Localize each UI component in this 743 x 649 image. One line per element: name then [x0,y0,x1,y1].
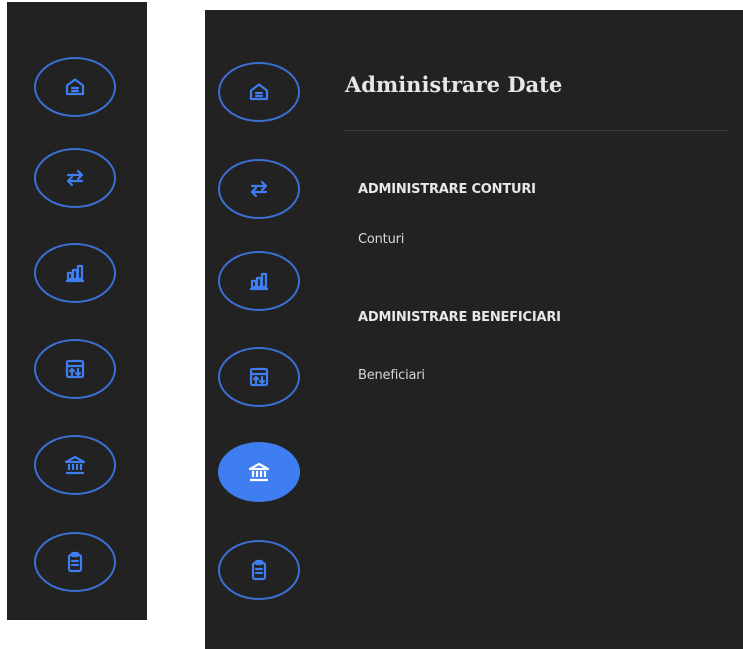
bank-icon [64,455,86,475]
nav-clipboard-button[interactable] [34,532,116,592]
clipboard-icon [251,559,267,581]
bank-icon [248,462,270,482]
menu-divider [343,130,729,131]
nav-home-button[interactable] [34,57,116,117]
transfer-icon [250,180,268,198]
menu-item-beneficiari[interactable]: Beneficiari [358,368,425,383]
nav-transfer-button[interactable] [218,159,300,219]
nav-chart-button[interactable] [34,243,116,303]
chart-icon [250,272,268,291]
home-icon [65,78,85,96]
chart-icon [66,264,84,283]
nav-bank-button[interactable] [34,435,116,495]
nav-home-button[interactable] [218,62,300,122]
menu-item-conturi[interactable]: Conturi [358,232,404,247]
section-heading-accounts: ADMINISTRARE CONTURI [358,182,536,197]
nav-exchange-rate-button[interactable] [218,347,300,407]
expanded-sidebar: Administrare Date ADMINISTRARE CONTURI C… [205,10,743,649]
exchange-rate-icon [249,367,269,387]
menu-title: Administrare Date [345,72,563,97]
exchange-rate-icon [65,359,85,379]
clipboard-icon [67,551,83,573]
nav-exchange-rate-button[interactable] [34,339,116,399]
nav-chart-button[interactable] [218,251,300,311]
nav-bank-button-active[interactable] [218,442,300,502]
nav-transfer-button[interactable] [34,148,116,208]
section-heading-beneficiaries: ADMINISTRARE BENEFICIARI [358,310,561,325]
collapsed-sidebar [7,2,147,620]
home-icon [249,83,269,101]
nav-clipboard-button[interactable] [218,540,300,600]
transfer-icon [66,169,84,187]
